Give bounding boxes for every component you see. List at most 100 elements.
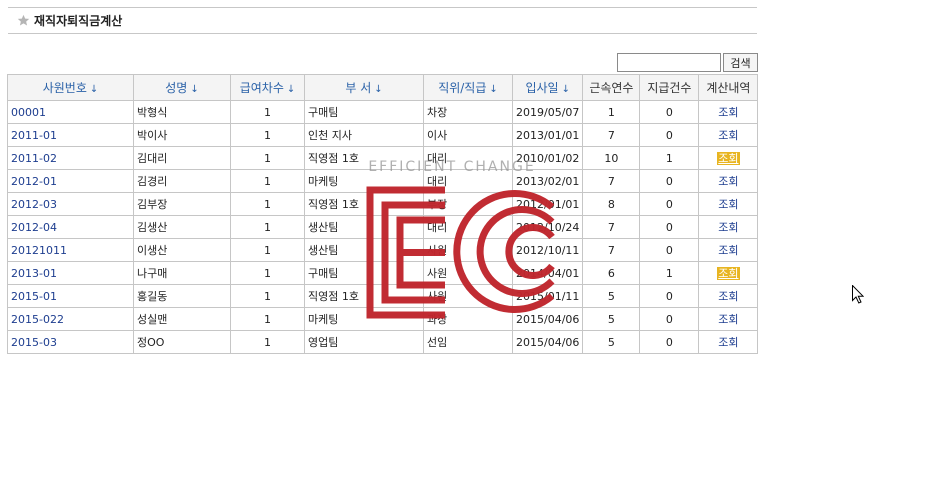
name-cell: 김대리 [133, 146, 231, 170]
table-row[interactable]: 20121011 이생산 1 생산팀 사원 2012/10/11 7 0 조회 [7, 238, 759, 262]
column-header-label: 부 서 [345, 81, 372, 95]
column-header[interactable]: 입사일 ↓ [511, 74, 584, 101]
detail-cell: 조회 [698, 146, 759, 170]
name-cell: 김경리 [133, 169, 231, 193]
employee-id-cell[interactable]: 2012-01 [7, 169, 134, 193]
column-header[interactable]: 성명 ↓ [133, 74, 231, 101]
hire-date-cell: 2014/04/01 [511, 261, 584, 285]
position-cell: 대리 [423, 169, 513, 193]
name-cell: 김생산 [133, 215, 231, 239]
table-row[interactable]: 2015-03 정OO 1 영업팀 선임 2015/04/06 5 0 조회 [7, 330, 759, 354]
view-detail-link[interactable]: 조회 [718, 175, 738, 188]
column-header[interactable]: 사원번호 ↓ [7, 74, 134, 101]
years-cell: 5 [582, 307, 641, 331]
column-header: 지급건수 [639, 74, 700, 101]
table-row[interactable]: 2011-01 박이사 1 인천 지사 이사 2013/01/01 7 0 조회 [7, 123, 759, 147]
view-detail-link[interactable]: 조회 [718, 244, 738, 257]
hire-date-cell: 2015/01/11 [511, 284, 584, 308]
column-header[interactable]: 부 서 ↓ [304, 74, 424, 101]
payments-cell: 0 [639, 100, 700, 124]
view-detail-link[interactable]: 조회 [718, 129, 738, 142]
sort-arrow-icon[interactable]: ↓ [190, 84, 198, 95]
column-header[interactable]: 직위/직급 ↓ [423, 74, 513, 101]
pay-seq-cell: 1 [230, 169, 305, 193]
table-row[interactable]: 2011-02 김대리 1 직영점 1호 대리 2010/01/02 10 1 조회 [7, 146, 759, 170]
employee-id-cell[interactable]: 00001 [7, 100, 134, 124]
column-header-label: 성명 [165, 81, 188, 95]
hire-date-cell: 2015/04/06 [511, 330, 584, 354]
payments-cell: 0 [639, 192, 700, 216]
view-detail-link[interactable]: 조회 [717, 267, 740, 280]
table-row[interactable]: 00001 박형식 1 구매팀 차장 2019/05/07 1 0 조회 [7, 100, 759, 124]
years-cell: 5 [582, 330, 641, 354]
payments-cell: 0 [639, 330, 700, 354]
table-row[interactable]: 2012-04 김생산 1 생산팀 대리 2012/10/24 7 0 조회 [7, 215, 759, 239]
department-cell: 직영점 1호 [304, 192, 424, 216]
sort-arrow-icon[interactable]: ↓ [287, 84, 295, 95]
column-header-label: 지급건수 [647, 81, 692, 95]
detail-cell: 조회 [698, 169, 759, 193]
position-cell: 사원 [423, 261, 513, 285]
years-cell: 7 [582, 215, 641, 239]
payments-cell: 0 [639, 307, 700, 331]
position-cell: 선임 [423, 330, 513, 354]
employee-id-cell[interactable]: 20121011 [7, 238, 134, 262]
department-cell: 생산팀 [304, 238, 424, 262]
years-cell: 10 [582, 146, 641, 170]
view-detail-link[interactable]: 조회 [718, 221, 738, 234]
position-cell: 대리 [423, 215, 513, 239]
employee-id-cell[interactable]: 2012-04 [7, 215, 134, 239]
hire-date-cell: 2015/04/06 [511, 307, 584, 331]
view-detail-link[interactable]: 조회 [718, 313, 738, 326]
payments-cell: 0 [639, 123, 700, 147]
detail-cell: 조회 [698, 238, 759, 262]
position-cell: 이사 [423, 123, 513, 147]
employee-id-cell[interactable]: 2011-02 [7, 146, 134, 170]
view-detail-link[interactable]: 조회 [718, 106, 738, 119]
employee-id-cell[interactable]: 2013-01 [7, 261, 134, 285]
table-row[interactable]: 2015-022 성실맨 1 마케팅 과장 2015/04/06 5 0 조회 [7, 307, 759, 331]
detail-cell: 조회 [698, 100, 759, 124]
view-detail-link[interactable]: 조회 [717, 152, 740, 165]
search-input[interactable] [617, 53, 721, 72]
pay-seq-cell: 1 [230, 261, 305, 285]
column-header[interactable]: 급여차수 ↓ [230, 74, 305, 101]
pay-seq-cell: 1 [230, 307, 305, 331]
employee-id-cell[interactable]: 2015-022 [7, 307, 134, 331]
hire-date-cell: 2019/05/07 [511, 100, 584, 124]
table-header-row: 사원번호 ↓ 성명 ↓ 급여차수 ↓ 부 서 ↓ 직위/직급 ↓ 입사일 ↓ 근속연수 지급건수 계산내역 [7, 74, 759, 101]
table-row[interactable]: 2012-03 김부장 1 직영점 1호 부장 2012/01/01 8 0 조회 [7, 192, 759, 216]
pay-seq-cell: 1 [230, 330, 305, 354]
department-cell: 구매팀 [304, 100, 424, 124]
sort-arrow-icon[interactable]: ↓ [90, 84, 98, 95]
sort-arrow-icon[interactable]: ↓ [374, 84, 382, 95]
years-cell: 5 [582, 284, 641, 308]
detail-cell: 조회 [698, 215, 759, 239]
table-row[interactable]: 2012-01 김경리 1 마케팅 대리 2013/02/01 7 0 조회 [7, 169, 759, 193]
employee-id-cell[interactable]: 2012-03 [7, 192, 134, 216]
employee-id-cell[interactable]: 2015-03 [7, 330, 134, 354]
column-header-label: 사원번호 [42, 81, 87, 95]
view-detail-link[interactable]: 조회 [718, 290, 738, 303]
table-row[interactable]: 2013-01 나구매 1 구매팀 사원 2014/04/01 6 1 조회 [7, 261, 759, 285]
page-title: 재직자퇴직금계산 [34, 14, 123, 28]
payments-cell: 0 [639, 215, 700, 239]
view-detail-link[interactable]: 조회 [718, 336, 738, 349]
department-cell: 마케팅 [304, 307, 424, 331]
star-icon [17, 14, 30, 26]
column-header-label: 급여차수 [239, 81, 284, 95]
column-header: 계산내역 [698, 74, 759, 101]
sort-arrow-icon[interactable]: ↓ [489, 84, 497, 95]
view-detail-link[interactable]: 조회 [718, 198, 738, 211]
column-header-label: 직위/직급 [438, 81, 487, 95]
sort-arrow-icon[interactable]: ↓ [562, 84, 570, 95]
hire-date-cell: 2013/02/01 [511, 169, 584, 193]
employee-id-cell[interactable]: 2011-01 [7, 123, 134, 147]
position-cell: 과장 [423, 307, 513, 331]
table-row[interactable]: 2015-01 홍길동 1 직영점 1호 사원 2015/01/11 5 0 조회 [7, 284, 759, 308]
years-cell: 7 [582, 238, 641, 262]
department-cell: 영업팀 [304, 330, 424, 354]
employee-id-cell[interactable]: 2015-01 [7, 284, 134, 308]
search-button[interactable]: 검색 [723, 53, 758, 72]
column-header: 근속연수 [582, 74, 641, 101]
